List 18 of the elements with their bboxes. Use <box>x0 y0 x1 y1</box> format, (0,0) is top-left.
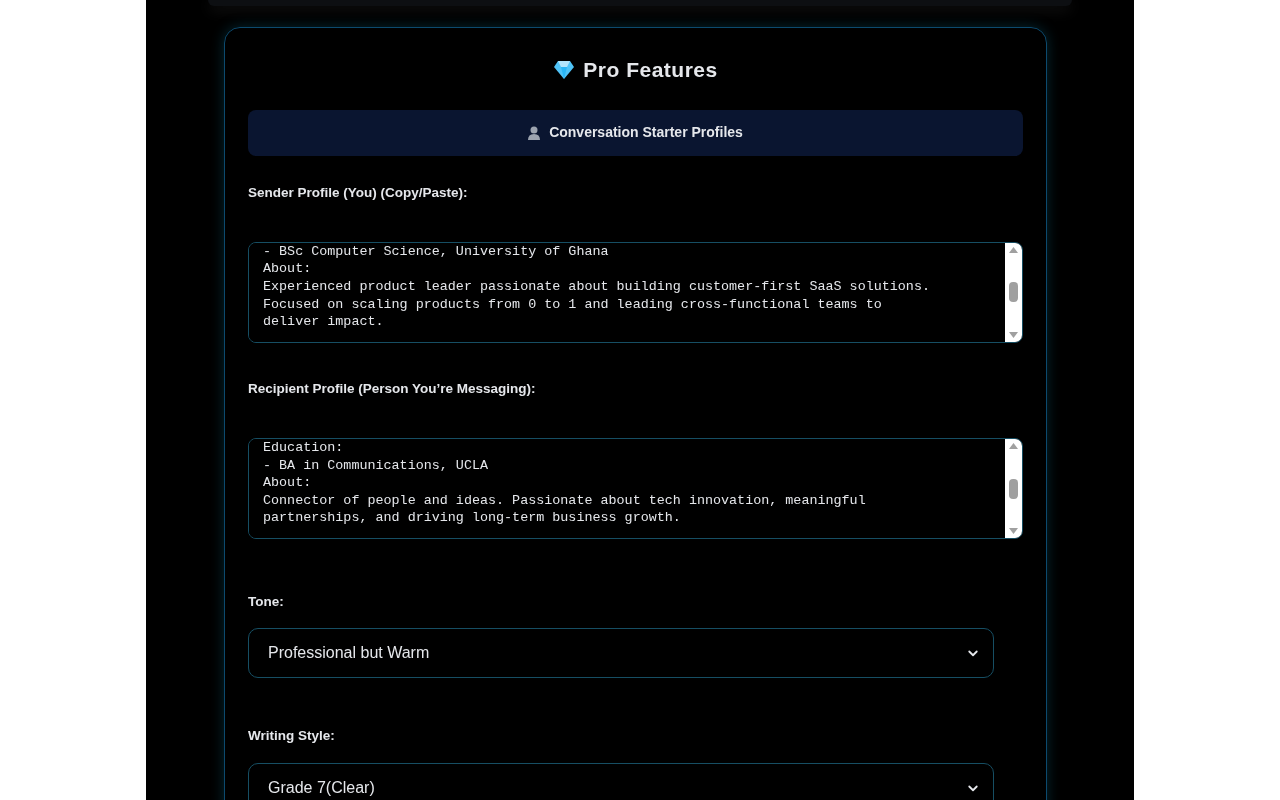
gem-icon <box>553 59 576 80</box>
scroll-down-icon[interactable] <box>1009 528 1018 534</box>
person-icon <box>528 125 542 140</box>
scroll-up-icon[interactable] <box>1009 246 1018 253</box>
field-label: Sender Profile (You) (Copy/Paste): <box>248 183 469 202</box>
field-label: Writing Style: <box>248 727 336 746</box>
scroll-down-icon[interactable] <box>1009 331 1018 338</box>
field-label: Tone: <box>248 593 285 611</box>
profile-textarea[interactable]: Education: - BA in Communications, UCLA About: Connector of people and ideas. Passionate about tech innovation, meaningful partnerships, and driving long-term business growth. <box>248 438 1023 539</box>
scroll-up-icon[interactable] <box>1009 443 1018 449</box>
dropdown-select[interactable]: Grade 7(Clear) <box>248 762 994 800</box>
field-label: Recipient Profile (Person You’re Messaging): <box>248 379 537 398</box>
scrollbar-thumb[interactable] <box>1009 282 1018 303</box>
profiles-button[interactable]: Conversation Starter Profiles <box>248 109 1023 156</box>
section-title: Pro Features <box>583 57 718 83</box>
scrollbar-thumb[interactable] <box>1009 478 1018 499</box>
dropdown-select[interactable]: Professional but Warm <box>248 628 994 679</box>
profile-textarea[interactable]: - BSc Computer Science, University of Ghana About: Experienced product leader passionate about building customer-first SaaS solutions. Focused on scaling products from 0 to 1 and leading cross-functional teams to deliver impact. <box>248 241 1023 343</box>
